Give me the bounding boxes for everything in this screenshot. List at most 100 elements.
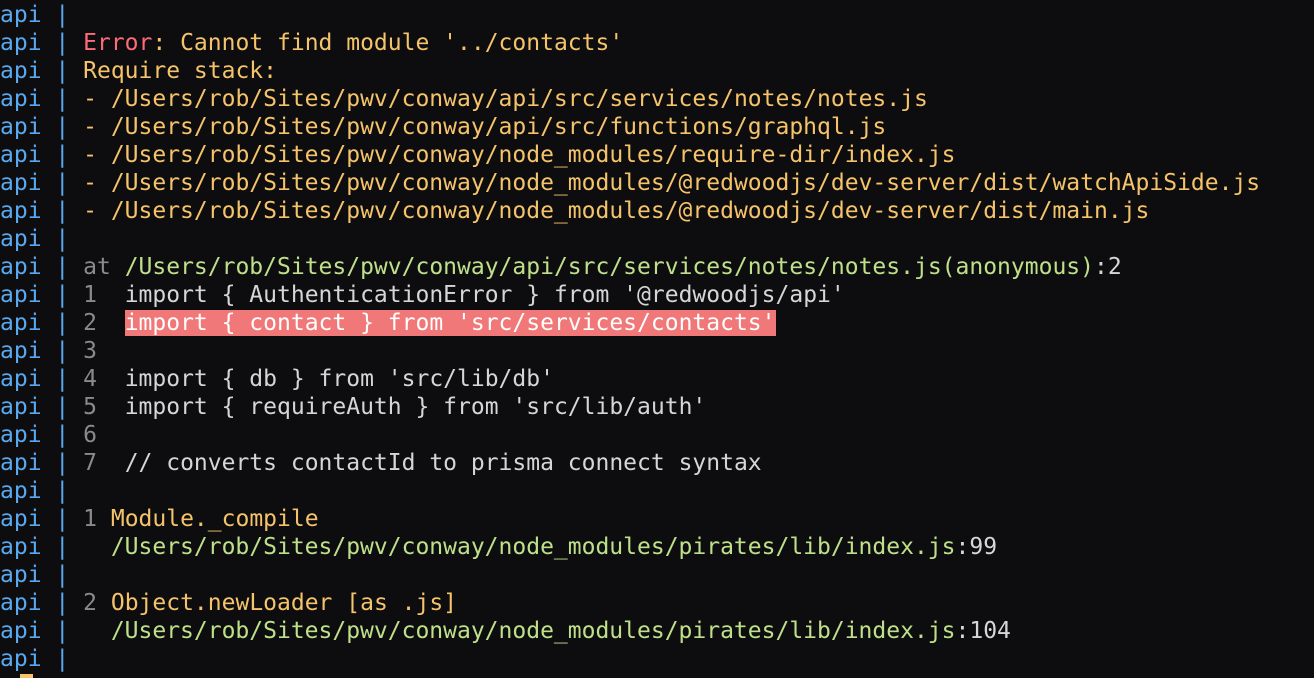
line-prefix: api bbox=[0, 506, 42, 532]
require-stack-item: api | - /Users/rob/Sites/pwv/conway/api/… bbox=[0, 85, 1314, 113]
line-separator: | bbox=[55, 282, 70, 308]
frame-function-name: Module._compile bbox=[110, 506, 319, 532]
require-stack-item: api | - /Users/rob/Sites/pwv/conway/node… bbox=[0, 141, 1314, 169]
require-stack-path: - /Users/rob/Sites/pwv/conway/node_modul… bbox=[83, 170, 1261, 196]
line-prefix: api bbox=[0, 534, 42, 560]
code-text: import { db } from 'src/lib/db' bbox=[124, 366, 554, 392]
code-line-number: 2 bbox=[83, 310, 97, 336]
terminal-line: api | bbox=[0, 645, 1314, 673]
frame-line-number: :99 bbox=[955, 534, 998, 560]
line-separator: | bbox=[55, 478, 70, 504]
code-line: api | 7 // converts contactId to prisma … bbox=[0, 449, 1314, 477]
source-file-path: /Users/rob/Sites/pwv/conway/api/src/serv… bbox=[124, 254, 1094, 280]
stack-frame-line: api | 1 Module._compile bbox=[0, 505, 1314, 533]
code-line: api | 1 import { AuthenticationError } f… bbox=[0, 281, 1314, 309]
line-separator: | bbox=[55, 506, 70, 532]
require-stack-heading: Require stack: bbox=[83, 58, 277, 84]
code-text: import { requireAuth } from 'src/lib/aut… bbox=[124, 394, 707, 420]
line-prefix: api bbox=[0, 394, 42, 420]
line-separator: | bbox=[55, 198, 70, 224]
at-keyword: at bbox=[83, 254, 111, 280]
line-separator: | bbox=[55, 394, 70, 420]
line-prefix: api bbox=[0, 618, 42, 644]
line-separator: | bbox=[55, 590, 70, 616]
terminal-line: api | bbox=[0, 561, 1314, 589]
line-separator: | bbox=[55, 170, 70, 196]
terminal-output[interactable]: api | api | Error: Cannot find module '.… bbox=[0, 0, 1314, 678]
stack-frame-path-line: api | /Users/rob/Sites/pwv/conway/node_m… bbox=[0, 533, 1314, 561]
line-separator: | bbox=[55, 58, 70, 84]
line-prefix: api bbox=[0, 338, 42, 364]
line-prefix: api bbox=[0, 282, 42, 308]
frame-line-number: :104 bbox=[955, 618, 1011, 644]
line-prefix: api bbox=[0, 142, 42, 168]
line-prefix: api bbox=[0, 2, 42, 28]
stack-location-line: api | at /Users/rob/Sites/pwv/conway/api… bbox=[0, 253, 1314, 281]
frame-number: 2 bbox=[83, 590, 97, 616]
code-line: api | 3 bbox=[0, 337, 1314, 365]
line-prefix: api bbox=[0, 422, 42, 448]
line-separator: | bbox=[55, 254, 70, 280]
require-stack-path: - /Users/rob/Sites/pwv/conway/node_modul… bbox=[83, 198, 1150, 224]
line-separator: | bbox=[55, 86, 70, 112]
line-prefix: api bbox=[0, 254, 42, 280]
terminal-line: api | bbox=[0, 477, 1314, 505]
line-separator: | bbox=[55, 562, 70, 588]
line-separator: | bbox=[55, 366, 70, 392]
require-stack-path: - /Users/rob/Sites/pwv/conway/api/src/se… bbox=[83, 86, 928, 112]
code-line: api | 5 import { requireAuth } from 'src… bbox=[0, 393, 1314, 421]
code-line: api | 6 bbox=[0, 421, 1314, 449]
error-label: Error bbox=[83, 30, 153, 56]
line-prefix: api bbox=[0, 310, 42, 336]
code-line: api | 4 import { db } from 'src/lib/db' bbox=[0, 365, 1314, 393]
line-prefix: api bbox=[0, 226, 42, 252]
stack-frame-path-line: api | /Users/rob/Sites/pwv/conway/node_m… bbox=[0, 617, 1314, 645]
line-separator: | bbox=[55, 618, 70, 644]
line-prefix: api bbox=[0, 478, 42, 504]
require-stack-path: - /Users/rob/Sites/pwv/conway/api/src/fu… bbox=[83, 114, 887, 140]
line-prefix: api bbox=[0, 198, 42, 224]
error-message: : Cannot find module '../contacts' bbox=[152, 30, 624, 56]
highlighted-code-text: import { contact } from 'src/services/co… bbox=[124, 310, 776, 336]
error-line: api | Error: Cannot find module '../cont… bbox=[0, 29, 1314, 57]
line-separator: | bbox=[55, 310, 70, 336]
terminal-cursor bbox=[20, 674, 33, 678]
frame-function-name: Object.newLoader [as .js] bbox=[110, 590, 458, 616]
code-text: import { AuthenticationError } from '@re… bbox=[124, 282, 845, 308]
stack-frame-line: api | 2 Object.newLoader [as .js] bbox=[0, 589, 1314, 617]
line-separator: | bbox=[55, 534, 70, 560]
line-prefix: api bbox=[0, 30, 42, 56]
line-separator: | bbox=[55, 226, 70, 252]
frame-file-path: /Users/rob/Sites/pwv/conway/node_modules… bbox=[110, 618, 956, 644]
terminal-line: api | Require stack: bbox=[0, 57, 1314, 85]
code-line-number: 1 bbox=[83, 282, 97, 308]
code-line-number: 7 bbox=[83, 450, 97, 476]
line-separator: | bbox=[55, 646, 70, 672]
line-prefix: api bbox=[0, 562, 42, 588]
line-prefix: api bbox=[0, 450, 42, 476]
line-prefix: api bbox=[0, 366, 42, 392]
code-line-number: 5 bbox=[83, 394, 97, 420]
line-separator: | bbox=[55, 450, 70, 476]
code-line-number: 6 bbox=[83, 422, 97, 448]
line-prefix: api bbox=[0, 170, 42, 196]
line-prefix: api bbox=[0, 646, 42, 672]
line-separator: | bbox=[55, 338, 70, 364]
terminal-line: api | bbox=[0, 1, 1314, 29]
line-prefix: api bbox=[0, 86, 42, 112]
code-comment: // converts contactId to prisma connect … bbox=[124, 450, 762, 476]
line-prefix: api bbox=[0, 114, 42, 140]
code-line-highlighted: api | 2 import { contact } from 'src/ser… bbox=[0, 309, 1314, 337]
line-prefix: api bbox=[0, 58, 42, 84]
source-line-number: :2 bbox=[1094, 254, 1122, 280]
line-separator: | bbox=[55, 142, 70, 168]
require-stack-path: - /Users/rob/Sites/pwv/conway/node_modul… bbox=[83, 142, 956, 168]
line-separator: | bbox=[55, 2, 70, 28]
terminal-line: api | bbox=[0, 225, 1314, 253]
line-prefix: api bbox=[0, 590, 42, 616]
code-line-number: 3 bbox=[83, 338, 97, 364]
require-stack-item: api | - /Users/rob/Sites/pwv/conway/node… bbox=[0, 197, 1314, 225]
require-stack-item: api | - /Users/rob/Sites/pwv/conway/api/… bbox=[0, 113, 1314, 141]
line-separator: | bbox=[55, 114, 70, 140]
line-separator: | bbox=[55, 422, 70, 448]
